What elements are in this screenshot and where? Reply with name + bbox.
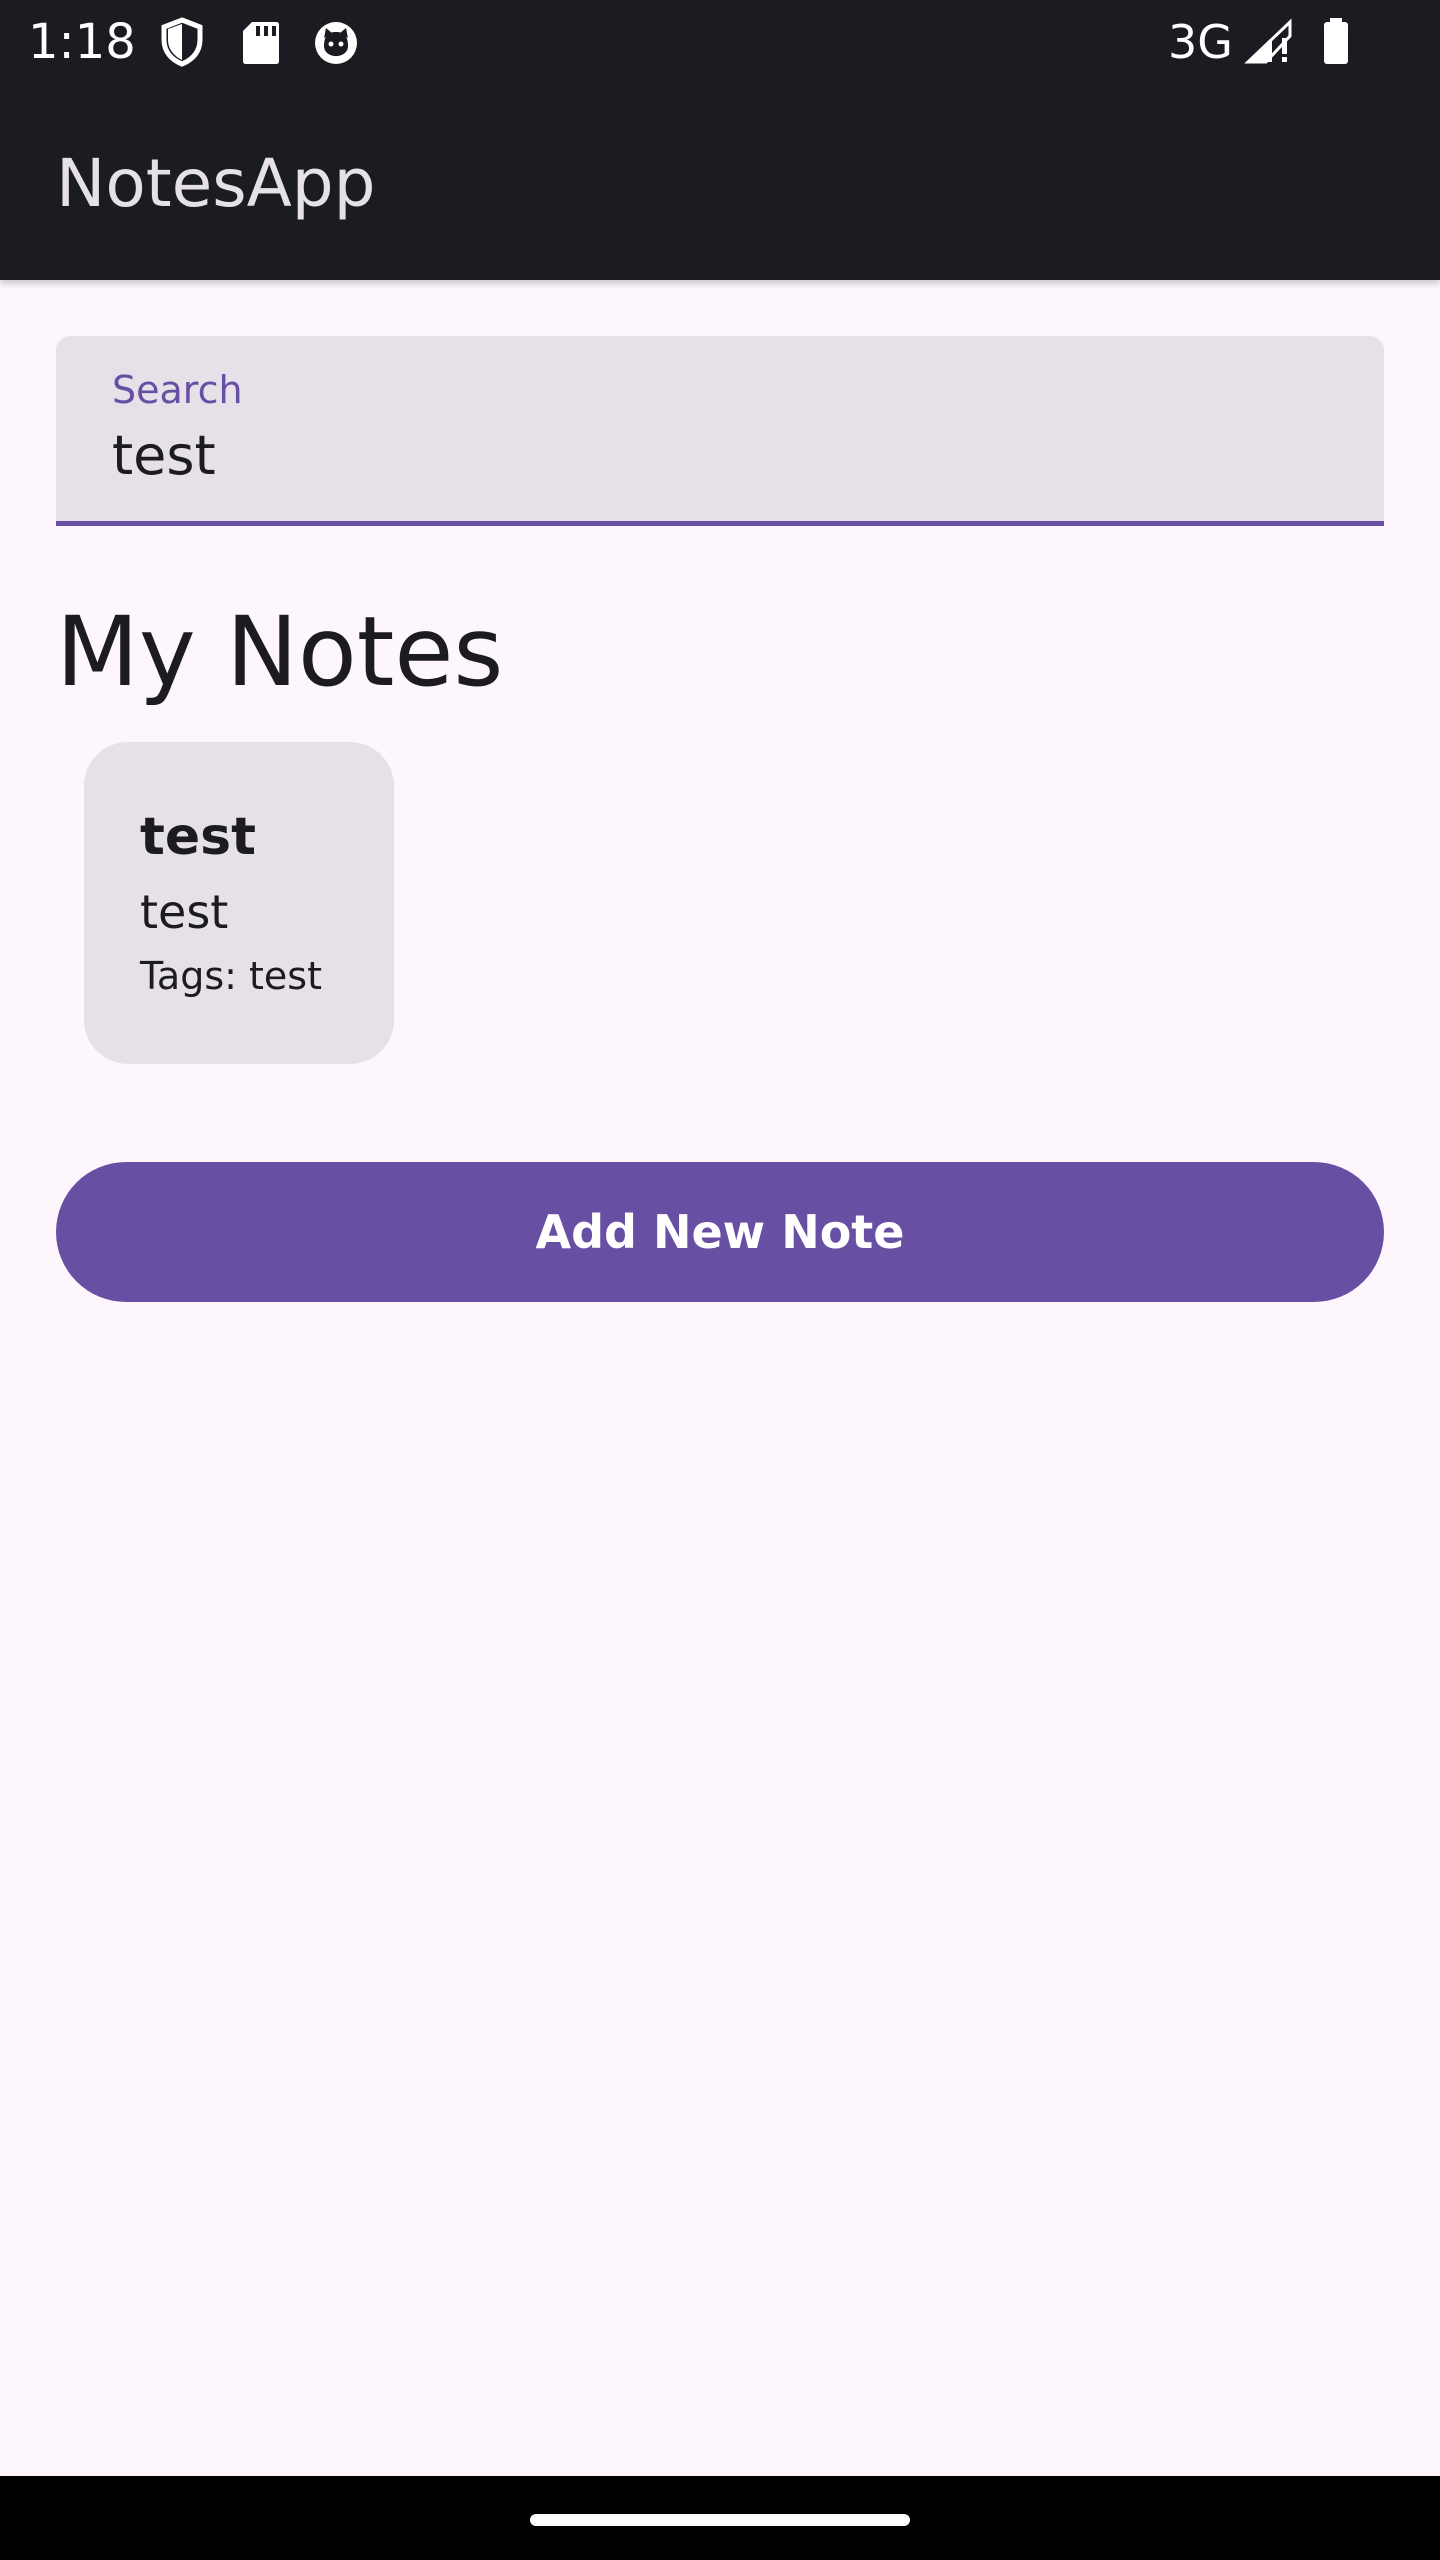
shield-icon: [156, 16, 208, 68]
app-title: NotesApp: [56, 145, 376, 222]
search-label: Search: [112, 368, 243, 412]
network-type: 3G: [1168, 15, 1233, 69]
note-tags: Tags: test: [140, 954, 322, 998]
note-card[interactable]: test test Tags: test: [84, 742, 394, 1064]
status-bar: 1:18 3G: [0, 0, 1440, 84]
signal-icon: [1244, 16, 1296, 68]
cat-face-icon: [310, 16, 362, 68]
status-time: 1:18: [28, 14, 136, 70]
search-value[interactable]: test: [112, 424, 216, 488]
battery-icon: [1310, 16, 1362, 68]
sd-card-icon: [234, 16, 286, 68]
top-app-bar: NotesApp: [0, 84, 1440, 280]
search-input[interactable]: Search test: [56, 336, 1384, 526]
home-handle[interactable]: [530, 2514, 910, 2526]
navigation-bar: [0, 2476, 1440, 2560]
add-new-note-button[interactable]: Add New Note: [56, 1162, 1384, 1302]
page-title: My Notes: [56, 596, 504, 708]
note-title: test: [140, 807, 256, 867]
note-body: test: [140, 885, 229, 939]
